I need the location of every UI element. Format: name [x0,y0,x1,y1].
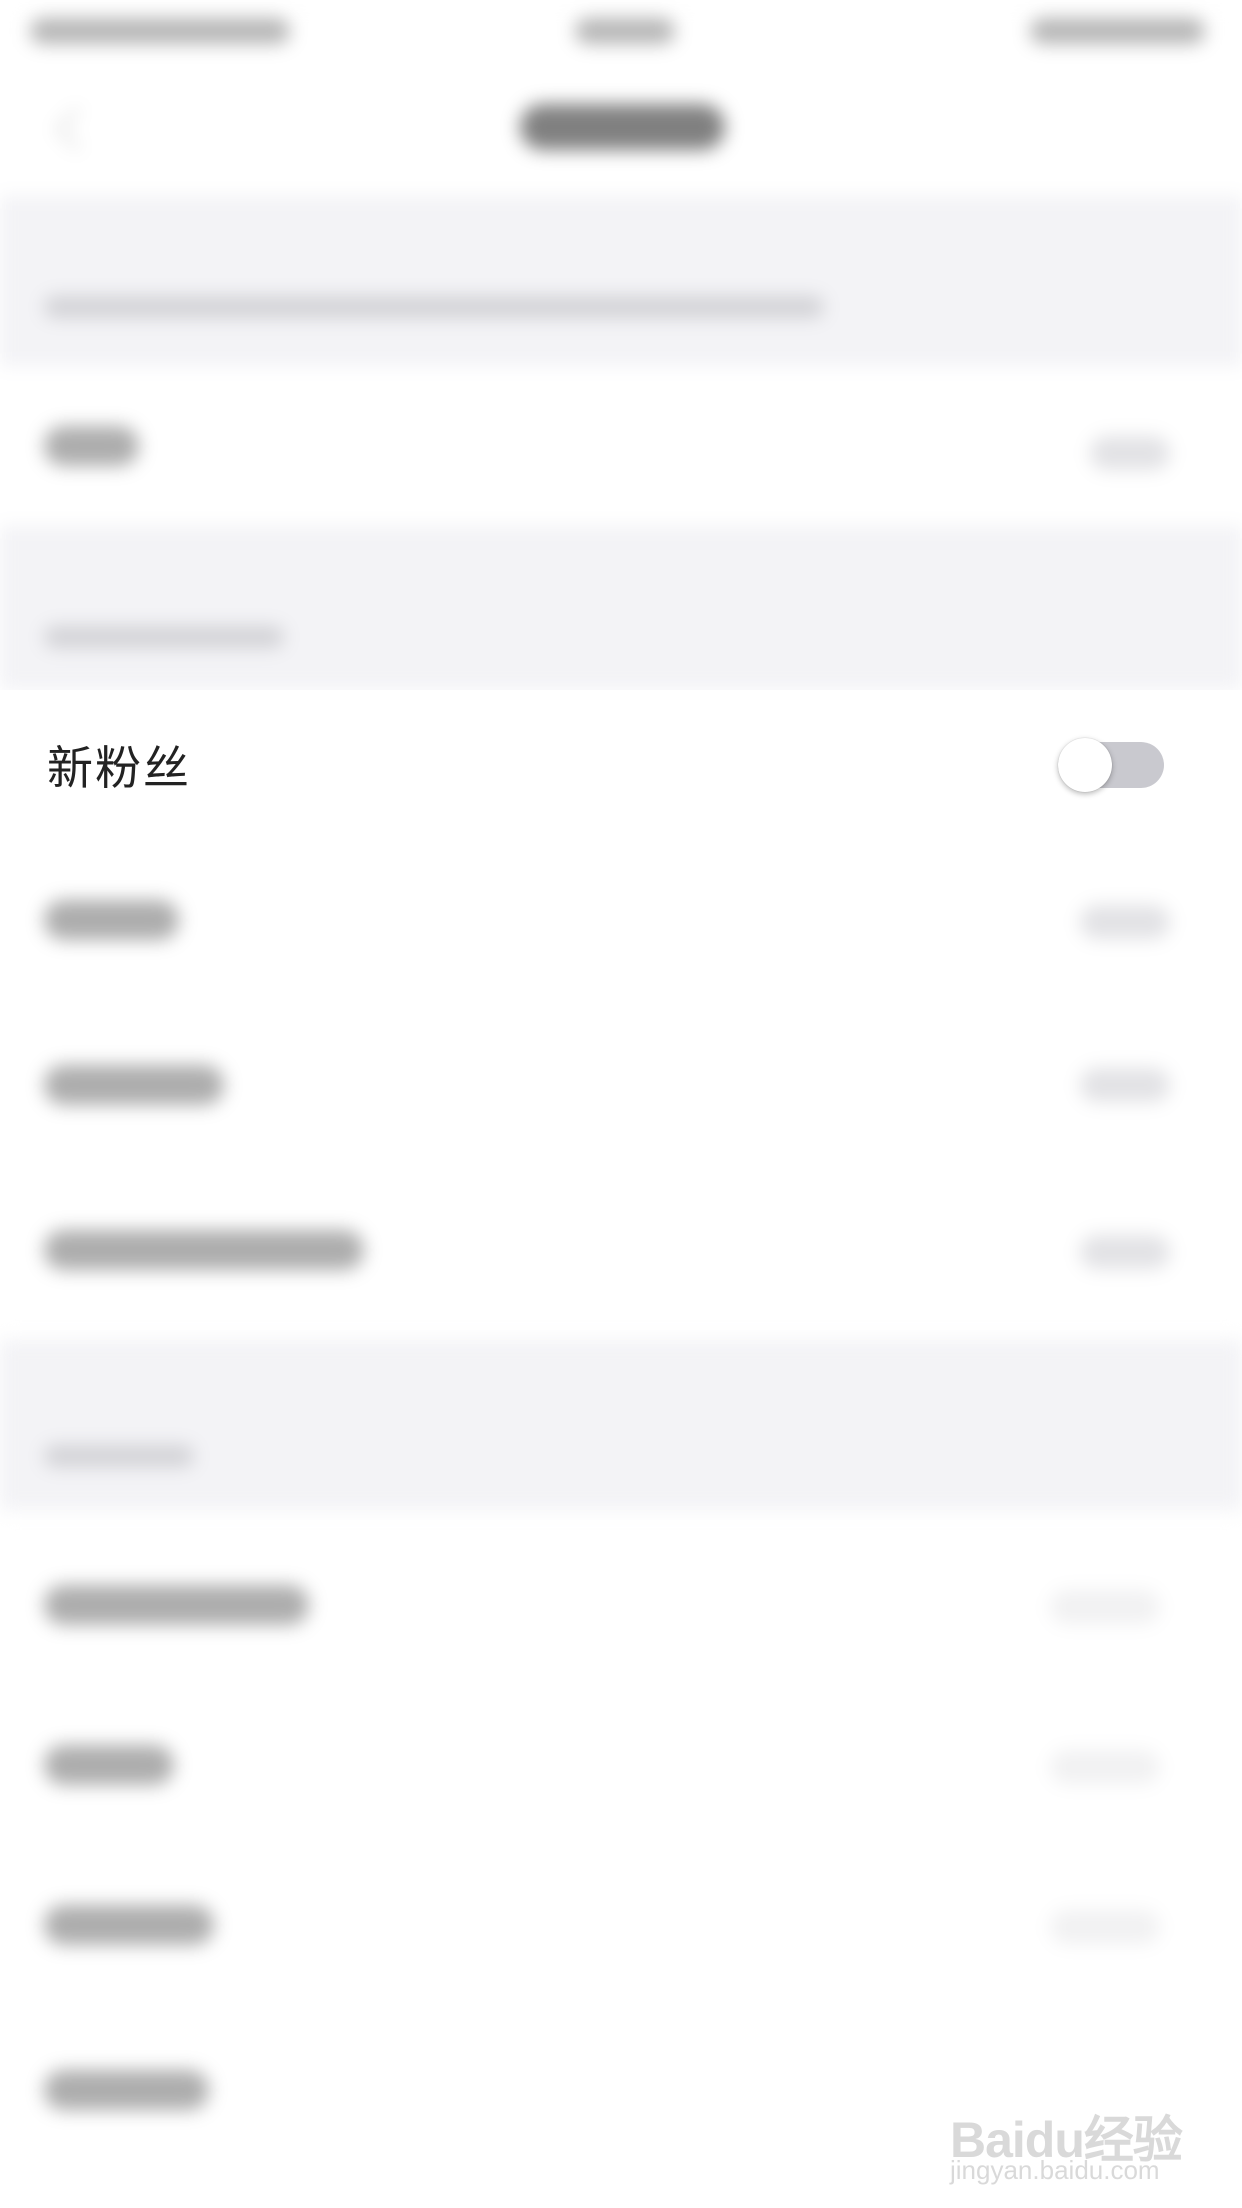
settings-row-label [44,1905,214,1945]
toggle-knob[interactable] [1058,738,1112,792]
settings-row-value [1050,1750,1160,1784]
watermark-url: jingyan.baidu.com [950,2155,1160,2185]
page-title [520,104,725,150]
status-bar [0,0,1242,64]
settings-row-toggle[interactable] [1080,1235,1170,1269]
settings-row-label [44,2070,209,2110]
settings-row-6[interactable] [0,1690,1242,1830]
settings-row-3[interactable] [0,1010,1242,1150]
settings-row-label [44,900,179,940]
section-header-label [44,1445,194,1467]
settings-row-7[interactable] [0,1850,1242,1990]
settings-row-toggle[interactable] [1080,905,1170,939]
settings-row-value [1050,1910,1160,1944]
status-bar-time [575,18,675,44]
status-bar-carrier [30,18,290,44]
back-arrow-icon[interactable] [55,107,99,151]
settings-row-1[interactable] [0,366,1242,526]
section-header-1 [0,196,1242,366]
new-followers-row: 新粉丝 [0,690,1242,850]
navigation-bar [0,64,1242,196]
settings-row-value [1090,436,1170,470]
new-followers-toggle[interactable] [1058,738,1164,792]
settings-row-label [44,426,139,466]
status-bar-battery [1030,18,1205,44]
settings-row-5[interactable] [0,1530,1242,1670]
section-header-2 [0,526,1242,690]
settings-row-2[interactable] [0,850,1242,990]
settings-row-label [44,1230,364,1270]
settings-row-label [44,1065,224,1105]
settings-row-label [44,1745,174,1785]
baidu-jingyan-watermark: Baidu经验 jingyan.baidu.com [950,2070,1190,2190]
section-description [44,296,824,318]
settings-row-toggle[interactable] [1080,1068,1170,1102]
section-header-label [44,626,284,648]
settings-row-4[interactable] [0,1170,1242,1320]
blurred-settings-background [0,0,1242,2208]
new-followers-label: 新粉丝 [47,741,191,795]
section-header-3 [0,1340,1242,1510]
settings-row-label [44,1585,309,1625]
settings-row-value [1050,1590,1160,1624]
